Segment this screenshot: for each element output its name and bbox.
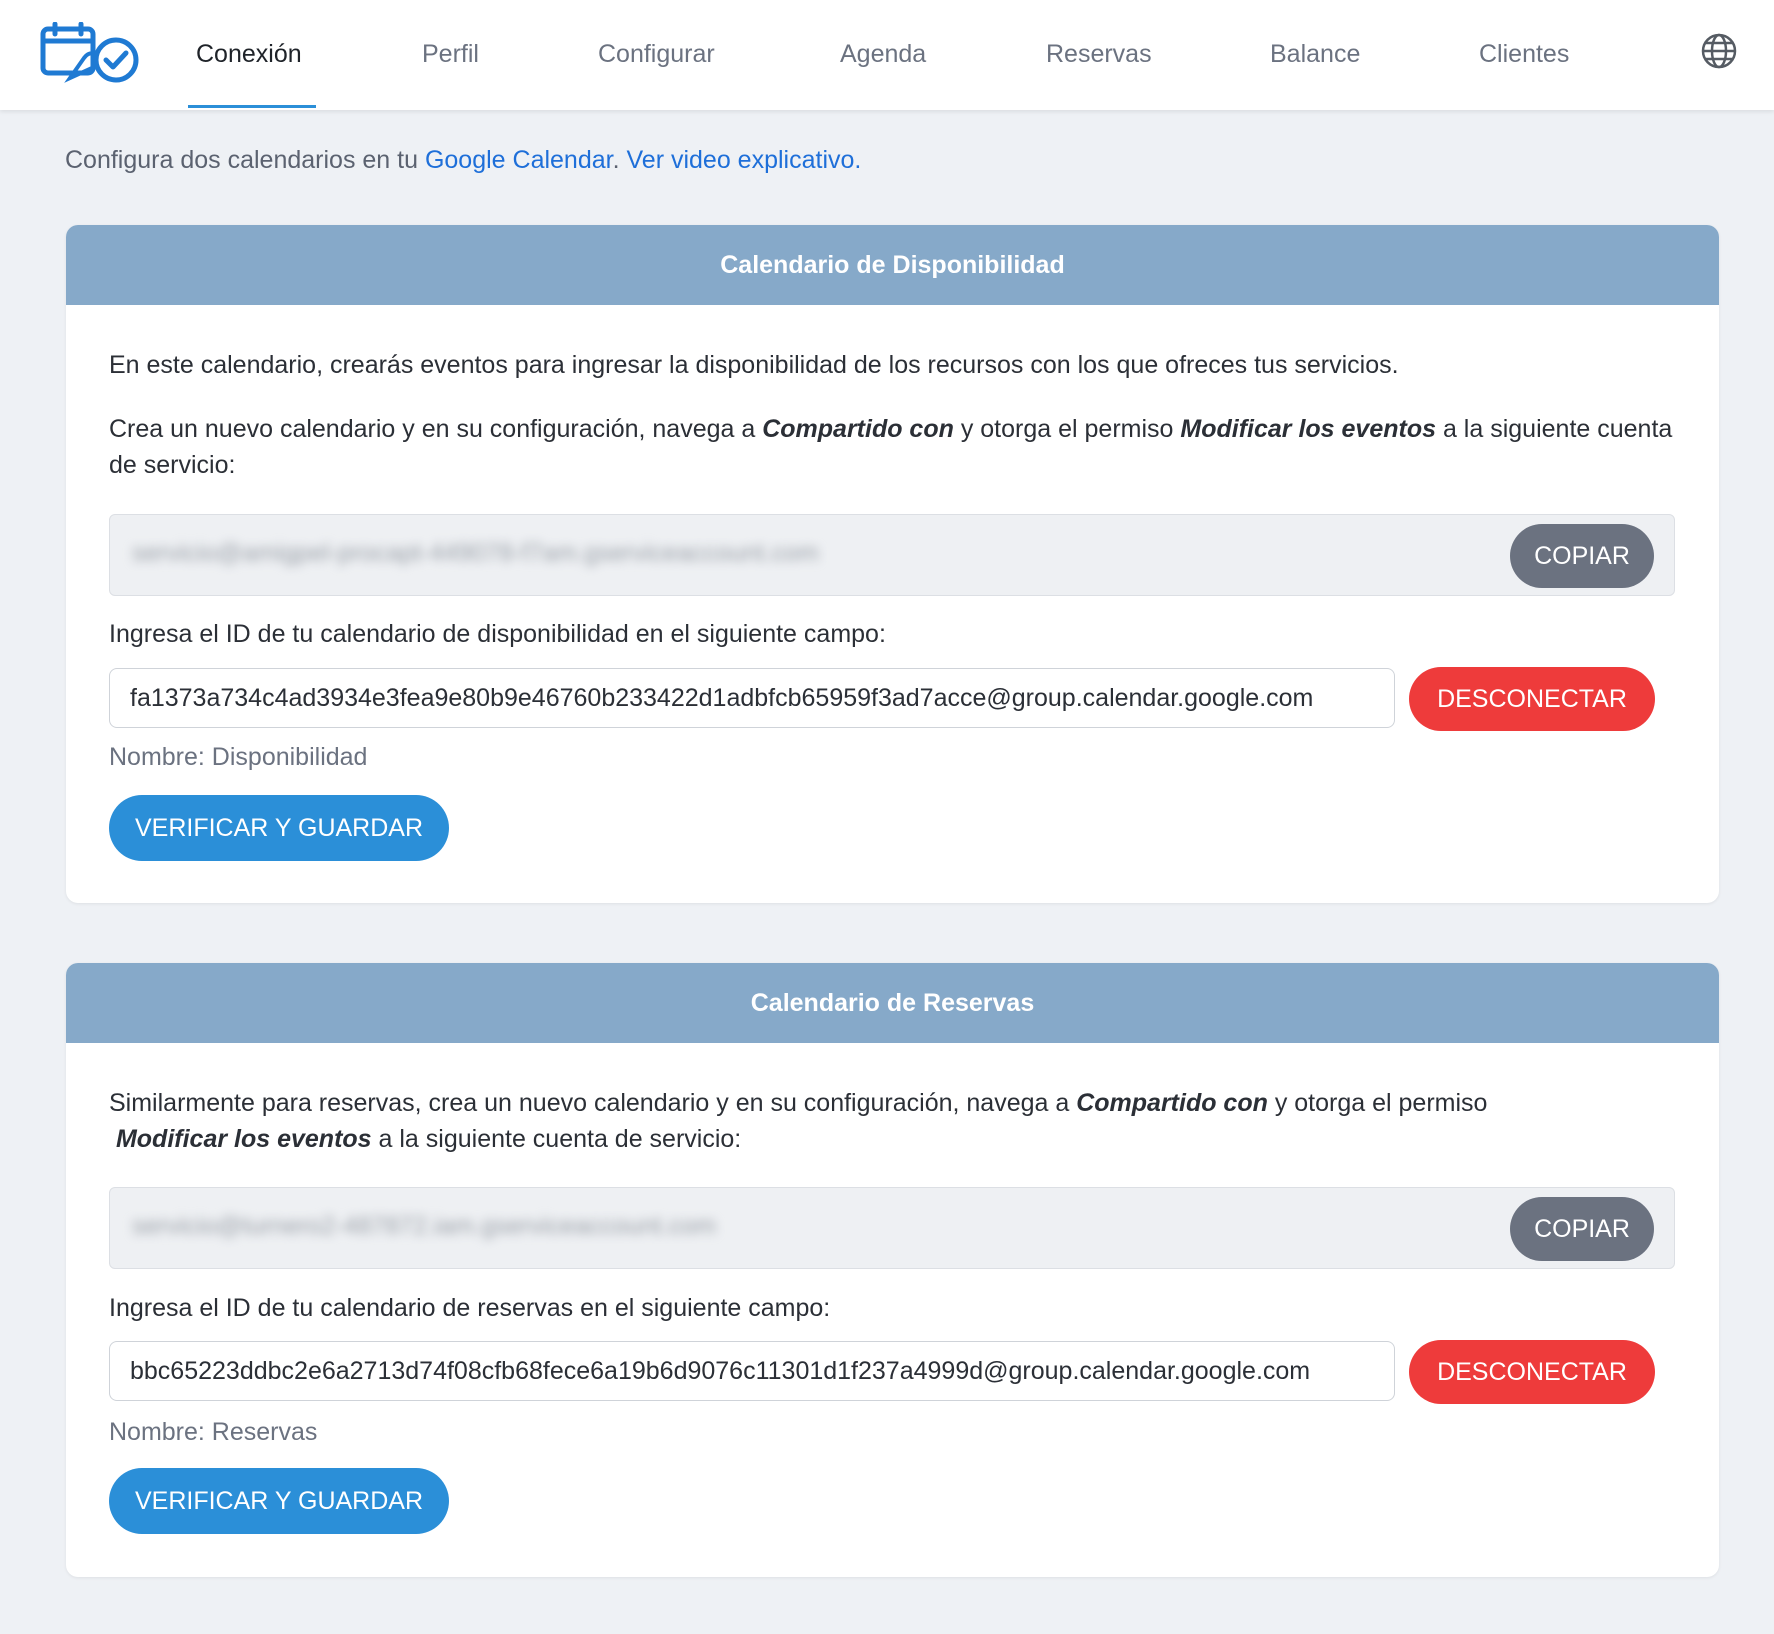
shared-with-emphasis: Compartido con bbox=[762, 415, 954, 443]
intro-prefix: Configura dos calendarios en tu bbox=[65, 146, 425, 174]
intro-separator: . bbox=[612, 146, 627, 174]
availability-description: En este calendario, crearás eventos para… bbox=[109, 351, 1399, 379]
tab-balance[interactable]: Balance bbox=[1270, 0, 1360, 110]
modify-events-emphasis: Modificar los eventos bbox=[1180, 415, 1437, 443]
disconnect-button[interactable]: DESCONECTAR bbox=[1409, 667, 1655, 731]
calendar-check-icon[interactable] bbox=[40, 22, 142, 84]
tab-conexion[interactable]: Conexión bbox=[196, 0, 302, 110]
globe-icon[interactable] bbox=[1700, 32, 1738, 70]
calendar-id-prompt: Ingresa el ID de tu calendario de reserv… bbox=[109, 1294, 831, 1322]
disconnect-button[interactable]: DESCONECTAR bbox=[1409, 1340, 1655, 1404]
top-navbar: Conexión Perfil Configurar Agenda Reserv… bbox=[0, 0, 1774, 110]
calendar-id-prompt: Ingresa el ID de tu calendario de dispon… bbox=[109, 620, 886, 648]
tab-reservas[interactable]: Reservas bbox=[1046, 0, 1152, 110]
active-tab-indicator bbox=[188, 105, 316, 108]
copy-button[interactable]: COPIAR bbox=[1510, 1197, 1654, 1261]
tab-configurar[interactable]: Configurar bbox=[598, 0, 715, 110]
service-account-box: servicio@amigpel-procapt-449078-f7am.gse… bbox=[109, 514, 1675, 596]
reservations-card: Calendario de Reservas Similarmente para… bbox=[66, 963, 1719, 1577]
shared-with-emphasis: Compartido con bbox=[1076, 1089, 1268, 1117]
verify-save-button[interactable]: VERIFICAR Y GUARDAR bbox=[109, 1468, 449, 1534]
calendar-name: Nombre: Reservas bbox=[109, 1418, 318, 1446]
video-link[interactable]: Ver video explicativo. bbox=[627, 146, 862, 174]
verify-save-button[interactable]: VERIFICAR Y GUARDAR bbox=[109, 795, 449, 861]
availability-card: Calendario de Disponibilidad En este cal… bbox=[66, 225, 1719, 903]
availability-card-header: Calendario de Disponibilidad bbox=[66, 225, 1719, 305]
service-account-email: servicio@turnero2-487872.iam.gserviceacc… bbox=[132, 1212, 716, 1240]
reservations-calendar-id-input[interactable] bbox=[109, 1341, 1395, 1401]
calendar-name: Nombre: Disponibilidad bbox=[109, 743, 368, 771]
tab-clientes[interactable]: Clientes bbox=[1479, 0, 1569, 110]
service-account-box: servicio@turnero2-487872.iam.gserviceacc… bbox=[109, 1187, 1675, 1269]
service-account-email: servicio@amigpel-procapt-449078-f7am.gse… bbox=[132, 539, 819, 567]
availability-calendar-id-input[interactable] bbox=[109, 668, 1395, 728]
google-calendar-link[interactable]: Google Calendar bbox=[425, 146, 613, 174]
tab-perfil[interactable]: Perfil bbox=[422, 0, 479, 110]
tab-agenda[interactable]: Agenda bbox=[840, 0, 926, 110]
availability-instructions: Crea un nuevo calendario y en su configu… bbox=[109, 415, 1673, 479]
copy-button[interactable]: COPIAR bbox=[1510, 524, 1654, 588]
intro-text: Configura dos calendarios en tu Google C… bbox=[65, 146, 861, 175]
reservations-instructions: Similarmente para reservas, crea un nuev… bbox=[109, 1089, 1488, 1153]
modify-events-emphasis: Modificar los eventos bbox=[115, 1125, 372, 1153]
reservations-card-header: Calendario de Reservas bbox=[66, 963, 1719, 1043]
